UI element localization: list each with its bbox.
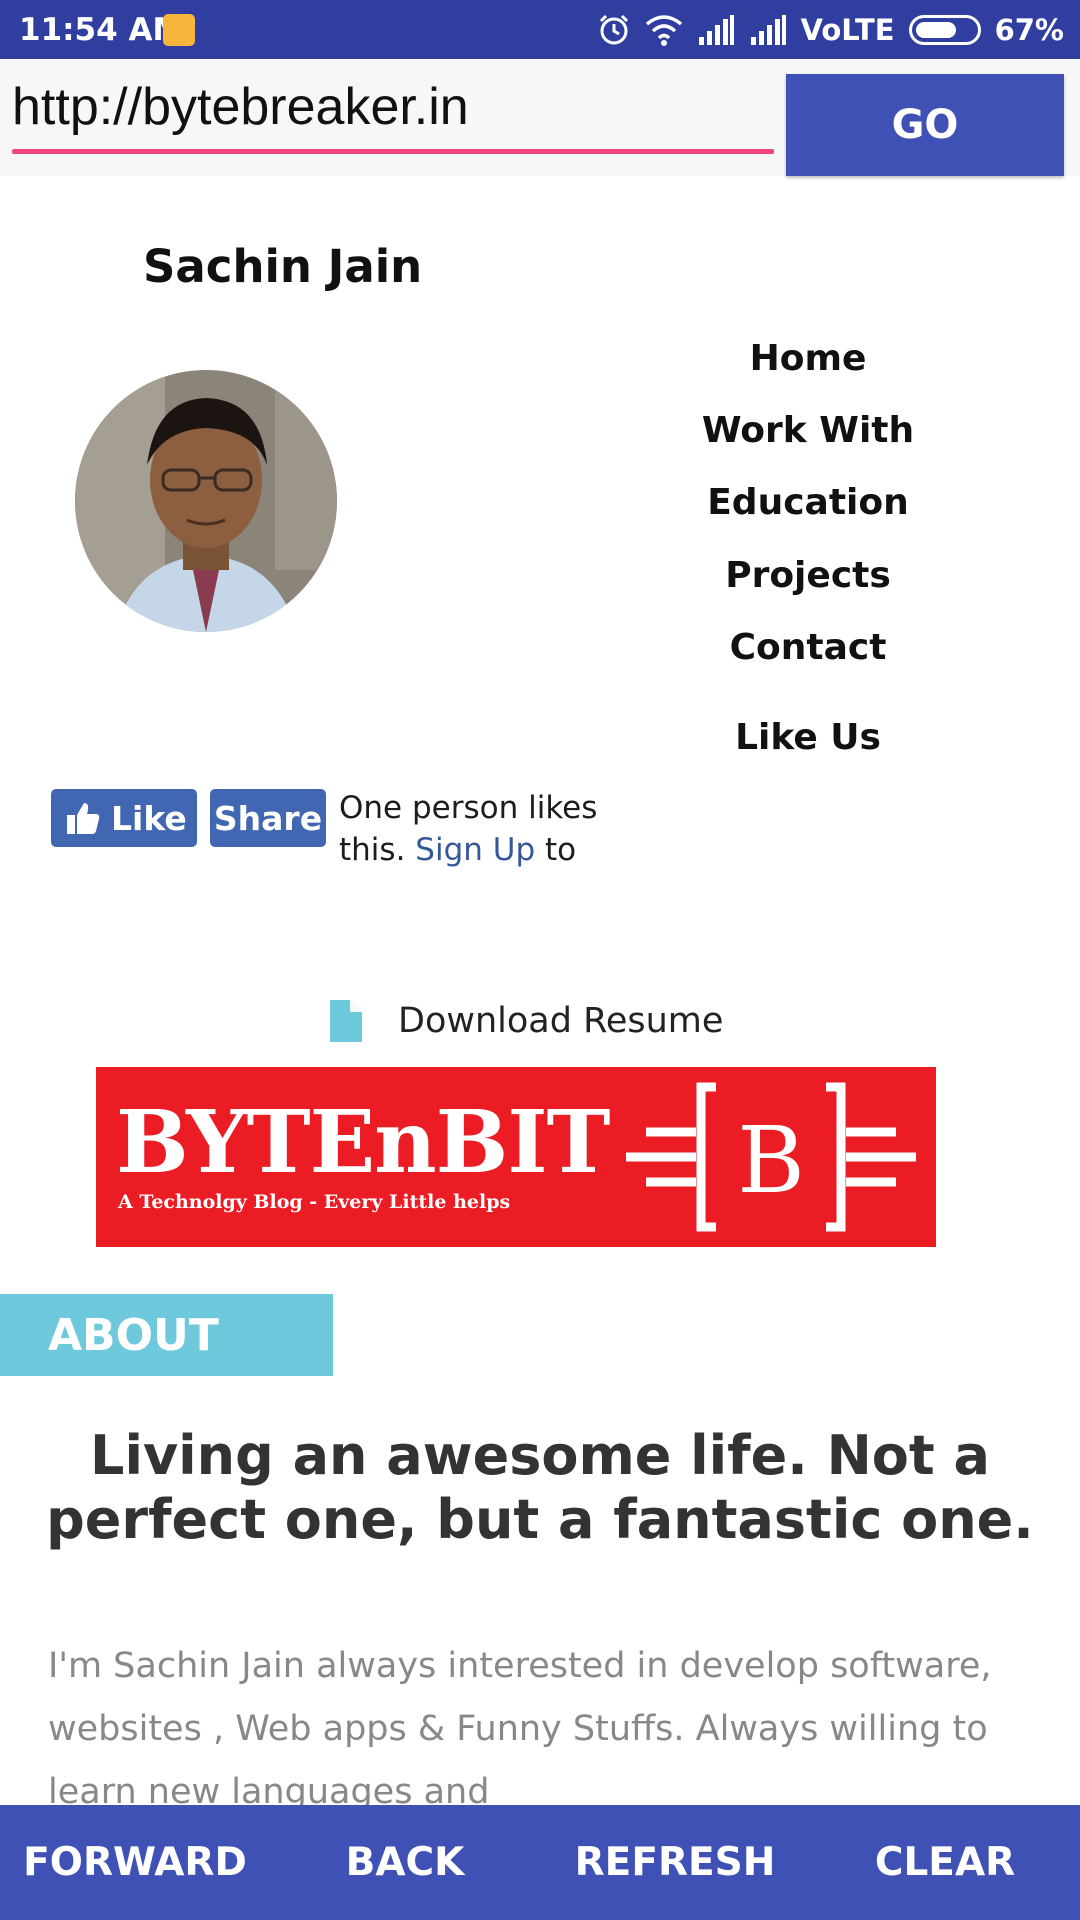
forward-button[interactable]: FORWARD (0, 1805, 270, 1920)
url-bar: GO (0, 59, 1080, 176)
url-input[interactable] (12, 77, 774, 137)
status-icons: VoLTE 67% (597, 10, 1064, 50)
about-paragraph: I'm Sachin Jain always interested in dev… (48, 1646, 992, 1805)
refresh-button[interactable]: REFRESH (540, 1805, 810, 1920)
profile-photo (75, 370, 337, 632)
back-button[interactable]: BACK (270, 1805, 540, 1920)
banner-logo-letter: B (737, 1107, 805, 1214)
about-section-tag: ABOUT (0, 1294, 333, 1376)
bytenbit-banner[interactable]: BYTEnBIT A Technolgy Blog - Every Little… (96, 1067, 936, 1247)
facebook-like-text: One person likes this. Sign Up to see (339, 787, 639, 877)
sign-up-link[interactable]: Sign Up (415, 832, 535, 868)
clear-button[interactable]: CLEAR (810, 1805, 1080, 1920)
like-label: Like (111, 798, 187, 838)
network-type: VoLTE (800, 13, 895, 47)
site-title: Sachin Jain (143, 240, 423, 293)
about-headline: Living an awesome life. Not a perfect on… (46, 1424, 1034, 1551)
facebook-like-button[interactable]: Like (51, 789, 197, 847)
nav-work-with[interactable]: Work With (648, 410, 968, 451)
signal-icon (750, 15, 786, 45)
status-time: 11:54 AM (19, 12, 184, 48)
like-us-heading: Like Us (735, 717, 881, 758)
status-bar: 11:54 AM VoLTE 67% (0, 0, 1080, 59)
bottom-navigation: FORWARD BACK REFRESH CLEAR (0, 1805, 1080, 1920)
url-underline (12, 149, 774, 154)
alarm-icon (599, 14, 628, 45)
banner-tagline: A Technolgy Blog - Every Little helps (118, 1191, 511, 1213)
battery-level (915, 22, 956, 38)
facebook-share-button[interactable]: Share (210, 789, 326, 847)
bytenbit-logo-icon: B (626, 1082, 916, 1232)
nav-projects[interactable]: Projects (648, 555, 968, 596)
file-icon (330, 1000, 362, 1042)
notification-icon (163, 14, 195, 46)
download-resume-link[interactable]: Download Resume (330, 1000, 723, 1042)
download-resume-label: Download Resume (398, 1001, 724, 1041)
battery-percent: 67% (994, 13, 1064, 47)
banner-title: BYTEnBIT (116, 1092, 611, 1193)
go-button[interactable]: GO (786, 74, 1064, 176)
thumbs-up-icon (67, 803, 100, 834)
wifi-icon (645, 15, 682, 46)
nav-education[interactable]: Education (648, 482, 968, 523)
nav-contact[interactable]: Contact (648, 627, 968, 668)
nav-home[interactable]: Home (648, 338, 968, 379)
signal-icon (698, 15, 734, 45)
battery-icon (908, 15, 981, 45)
